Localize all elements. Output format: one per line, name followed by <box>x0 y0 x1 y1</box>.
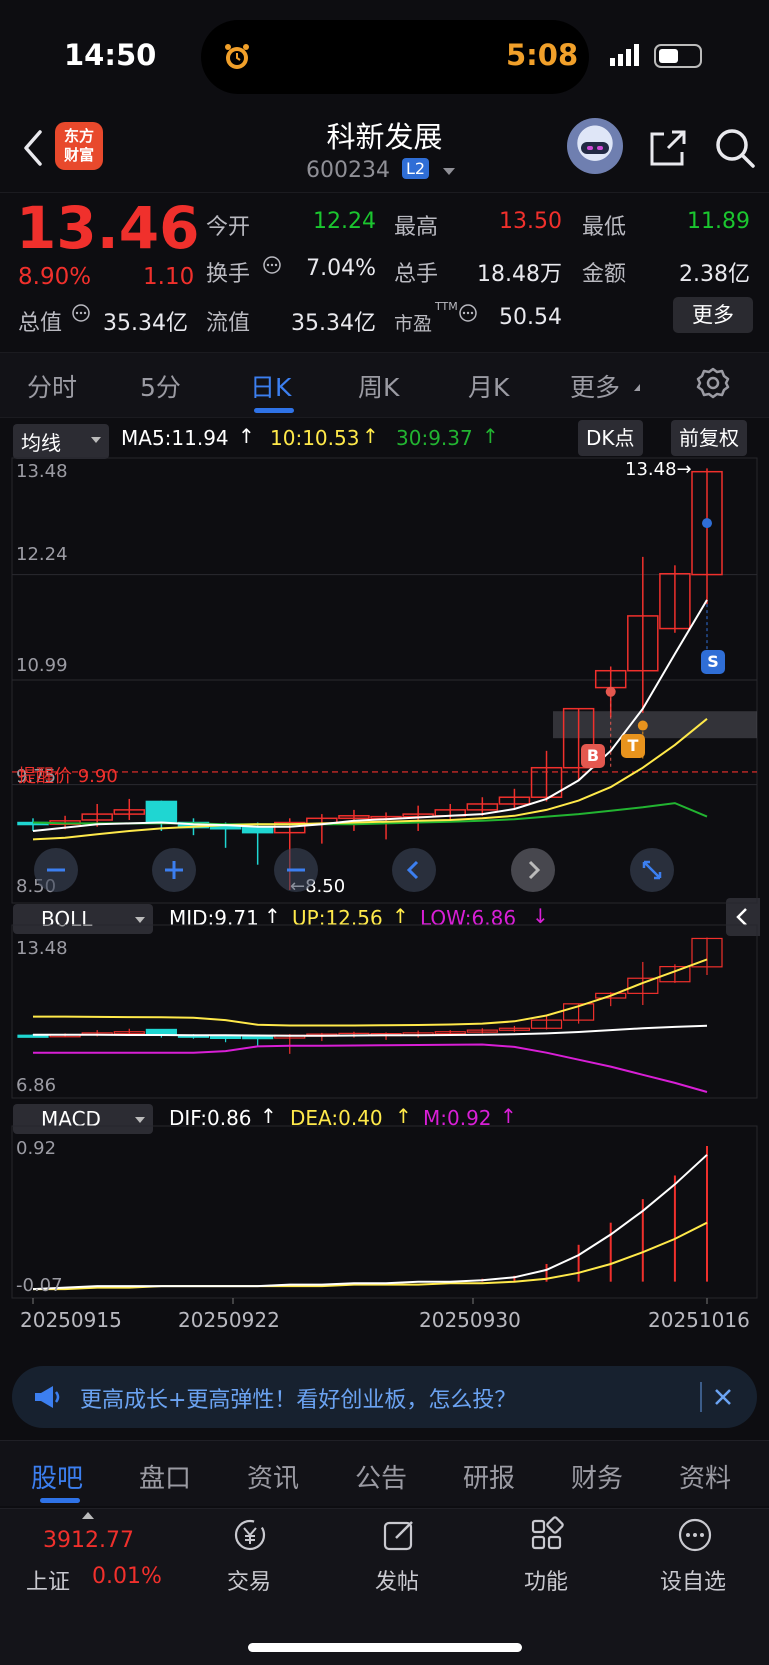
active-tab-indicator <box>40 1498 80 1503</box>
price-band <box>553 711 757 739</box>
minus-icon <box>287 868 305 872</box>
plus-icon <box>165 861 183 879</box>
scroll-right-button[interactable] <box>511 848 555 892</box>
kline-chart[interactable] <box>0 0 769 1360</box>
macd-panel <box>32 1146 708 1291</box>
chevron-left-icon <box>406 860 419 880</box>
sell-signal-dot <box>702 518 712 529</box>
panel-frame <box>11 1125 758 1299</box>
minus-icon <box>47 868 65 872</box>
y-label: 10.99 <box>16 655 68 676</box>
tab-announcements[interactable]: 公告 <box>355 1458 407 1495</box>
boll-y-top: 13.48 <box>16 938 68 959</box>
buy-signal-dot <box>605 686 616 697</box>
zoom-out-button[interactable] <box>34 848 78 892</box>
close-icon[interactable] <box>712 1386 734 1408</box>
tab-research[interactable]: 研报 <box>463 1458 515 1495</box>
date-label: 20251016 <box>648 1308 750 1332</box>
t-signal-dot <box>637 720 648 731</box>
expand-icon <box>642 860 662 880</box>
y-label-top: 13.48 <box>16 461 68 482</box>
boll-y-bottom: 6.86 <box>16 1075 57 1096</box>
boll-candle-body <box>242 1036 274 1040</box>
minus-button[interactable] <box>274 848 318 892</box>
tab-profile[interactable]: 资料 <box>679 1458 731 1495</box>
tab-news[interactable]: 资讯 <box>247 1458 299 1495</box>
promo-text[interactable]: 更高成长+更高弹性！看好创业板，怎么投？ <box>80 1382 516 1414</box>
index-value[interactable]: 3912.77 <box>43 1528 134 1553</box>
home-indicator <box>248 1643 522 1652</box>
sell-signal-badge[interactable]: S <box>701 650 725 674</box>
stock-detail-screen: 14:50 5:08 东方 财富 科新发展 600234 L2 13.46 8.… <box>0 0 769 1665</box>
panel-frame <box>11 924 758 1099</box>
candle-body <box>209 825 242 830</box>
fullscreen-button[interactable] <box>630 848 674 892</box>
tab-financials[interactable]: 财务 <box>571 1458 623 1495</box>
date-label: 20250915 <box>20 1308 122 1332</box>
function-label[interactable]: 功能 <box>524 1564 568 1596</box>
macd-y-top: 0.92 <box>16 1138 57 1159</box>
post-label[interactable]: 发帖 <box>375 1564 419 1596</box>
candle-body <box>145 800 178 824</box>
macd-dea-line <box>33 1221 708 1291</box>
megaphone-icon <box>35 1386 60 1408</box>
index-name[interactable]: 上证 <box>26 1564 70 1596</box>
trade-yen-icon[interactable] <box>231 1516 269 1554</box>
date-label: 20250930 <box>419 1308 521 1332</box>
boll-mid-line <box>33 1024 708 1037</box>
boll-up-line <box>33 958 708 1027</box>
alert-price-line-label[interactable]: 提醒价 9.90 <box>18 762 118 788</box>
tab-forum[interactable]: 股吧 <box>31 1458 83 1495</box>
boll-low-line <box>33 1043 708 1093</box>
t-signal-badge[interactable]: T <box>621 734 645 758</box>
date-label: 20250922 <box>178 1308 280 1332</box>
edit-post-icon[interactable] <box>380 1516 418 1554</box>
macd-dif-line <box>32 1154 708 1291</box>
index-change[interactable]: 0.01% <box>92 1564 162 1589</box>
main-candles <box>12 468 757 890</box>
tab-orderbook[interactable]: 盘口 <box>139 1458 191 1495</box>
y-label: 12.24 <box>16 544 68 565</box>
apps-grid-icon[interactable] <box>528 1516 566 1554</box>
macd-y-bottom: -0.07 <box>16 1275 63 1296</box>
candle-body <box>241 826 274 834</box>
buy-signal-badge[interactable]: B <box>581 744 605 768</box>
boll-candle-body <box>209 1035 242 1040</box>
trade-label[interactable]: 交易 <box>227 1564 271 1596</box>
scroll-left-button[interactable] <box>392 848 436 892</box>
chevron-right-icon <box>528 860 541 880</box>
watchlist-label[interactable]: 设自选 <box>660 1564 726 1596</box>
more-dots-icon[interactable] <box>676 1516 714 1554</box>
max-price-marker: 13.48→ <box>625 459 692 480</box>
zoom-in-button[interactable] <box>152 848 196 892</box>
boll-panel <box>17 937 723 1093</box>
divider <box>700 1382 702 1412</box>
chevron-up-icon[interactable] <box>82 1512 94 1519</box>
